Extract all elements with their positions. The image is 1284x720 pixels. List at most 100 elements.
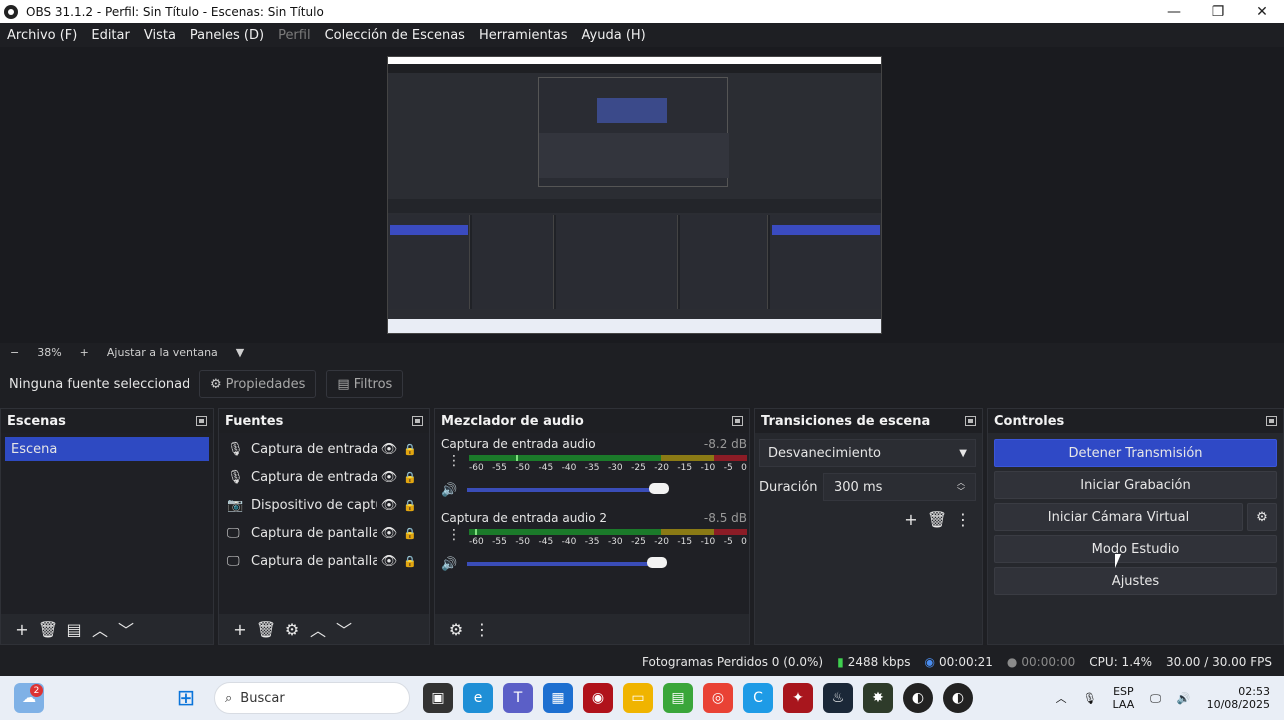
eye-icon[interactable]: 👁 [377,498,401,513]
properties-button[interactable]: ⚙ Propiedades [199,370,317,398]
close-button[interactable]: ✕ [1240,0,1284,23]
lock-icon[interactable]: 🔒 [401,555,419,568]
lock-icon[interactable]: 🔒 [401,471,419,484]
menu-herramientas[interactable]: Herramientas [479,28,568,43]
chevron-down-icon[interactable]: ﹀ [113,617,139,641]
app-green-icon[interactable]: ▤ [663,683,693,713]
volume-slider-knob[interactable] [649,483,670,494]
trash-icon[interactable]: 🗑 [253,617,279,641]
lock-icon[interactable]: 🔒 [401,443,419,456]
source-row[interactable]: 🖵 Captura de pantalla 👁 🔒 [219,547,429,575]
clock[interactable]: 02:53 10/08/2025 [1207,685,1270,711]
obs-active-taskbar-icon[interactable]: ◐ [943,683,973,713]
lock-icon[interactable]: 🔒 [401,527,419,540]
minimize-button[interactable]: — [1152,0,1196,23]
edge-icon[interactable]: e [463,683,493,713]
network-icon[interactable]: 🖵 [1150,692,1161,705]
chevron-up-icon[interactable]: ︿ [305,617,331,641]
preview-canvas[interactable] [387,56,882,334]
store-icon[interactable]: ▦ [543,683,573,713]
app-dark-icon[interactable]: ✸ [863,683,893,713]
menu-archivo[interactable]: Archivo (F) [7,28,77,43]
preview-nested-dock [556,215,678,309]
zoom-dropdown-icon[interactable]: ▼ [236,346,244,359]
scene-item[interactable]: Escena [5,437,209,461]
volume-slider-knob[interactable] [647,557,668,568]
add-icon[interactable]: + [227,617,253,641]
float-dock-icon[interactable] [1266,416,1277,426]
eye-icon[interactable]: 👁 [377,470,401,485]
zoom-out-button[interactable]: − [10,346,19,359]
steam-icon[interactable]: ♨ [823,683,853,713]
preview-nested-dock [472,215,554,309]
speaker-icon[interactable]: 🔊 [441,483,463,498]
game-icon[interactable]: ✦ [783,683,813,713]
eye-icon[interactable]: 👁 [377,554,401,569]
volume-slider[interactable] [467,483,670,494]
gear-icon[interactable]: ⚙ [279,617,305,641]
microphone-icon[interactable]: 🎙 [1083,692,1097,705]
task-view-icon[interactable]: ▣ [423,683,453,713]
source-row[interactable]: 📷 Dispositivo de captura 👁 🔒 [219,491,429,519]
fit-window-label[interactable]: Ajustar a la ventana [107,346,218,359]
language-indicator[interactable]: ESP LAA [1113,685,1135,711]
stop-stream-button[interactable]: Detener Transmisión [994,439,1277,467]
eye-icon[interactable]: 👁 [377,442,401,457]
add-icon[interactable]: + [9,617,35,641]
transition-select[interactable]: Desvanecimiento ▼ [759,439,976,467]
float-dock-icon[interactable] [412,416,423,426]
float-dock-icon[interactable] [732,416,743,426]
spin-arrows-icon[interactable]: ︿ ﹀ [957,478,965,496]
eye-icon[interactable]: 👁 [377,526,401,541]
browser-icon[interactable]: C [743,683,773,713]
speaker-icon[interactable]: 🔊 [441,557,463,572]
trash-icon[interactable]: 🗑 [924,507,950,531]
preview-nested-stream-button [772,225,880,235]
menu-perfil[interactable]: Perfil [278,28,311,43]
meter-tick: -5 [723,463,733,473]
preview-area[interactable] [0,47,1284,343]
float-dock-icon[interactable] [196,416,207,426]
obs-taskbar-icon[interactable]: ◐ [903,683,933,713]
meter-tick: -45 [538,463,554,473]
chrome-icon[interactable]: ◎ [703,683,733,713]
trash-icon[interactable]: 🗑 [35,617,61,641]
more-options-icon[interactable]: ⋮ [469,617,495,641]
menu-vista[interactable]: Vista [144,28,176,43]
float-dock-icon[interactable] [965,416,976,426]
start-virtual-camera-button[interactable]: Iniciar Cámara Virtual [994,503,1243,531]
add-icon[interactable]: + [898,507,924,531]
more-options-icon[interactable]: ⋮ [447,527,461,543]
filter-icon[interactable]: ▤ [61,617,87,641]
source-row[interactable]: 🖵 Captura de pantalla 2 👁 🔒 [219,519,429,547]
source-row[interactable]: 🎙 Captura de entrada au 👁 🔒 [219,463,429,491]
menu-coleccion-escenas[interactable]: Colección de Escenas [325,28,465,43]
studio-mode-button[interactable]: Modo Estudio [994,535,1277,563]
duration-spinbox[interactable]: 300 ms ︿ ﹀ [823,473,976,501]
chevron-up-icon[interactable]: ︿ [1056,692,1067,705]
lock-icon[interactable]: 🔒 [401,499,419,512]
maximize-button[interactable]: ❐ [1196,0,1240,23]
chevron-down-icon[interactable]: ﹀ [331,617,357,641]
start-recording-button[interactable]: Iniciar Grabación [994,471,1277,499]
menu-paneles[interactable]: Paneles (D) [190,28,264,43]
taskbar-search[interactable]: ⌕ Buscar [214,682,410,714]
source-row[interactable]: 🎙 Captura de entrada au 👁 🔒 [219,435,429,463]
more-options-icon[interactable]: ⋮ [950,507,976,531]
teams-icon[interactable]: T [503,683,533,713]
windows-start-icon[interactable]: ⊞ [171,683,201,713]
advanced-audio-icon[interactable]: ⚙ [443,617,469,641]
file-explorer-icon[interactable]: ▭ [623,683,653,713]
filters-button[interactable]: ▤ Filtros [326,370,404,398]
chevron-up-icon[interactable]: ︿ [87,617,113,641]
volume-slider[interactable] [467,557,668,568]
menu-ayuda[interactable]: Ayuda (H) [582,28,646,43]
settings-button[interactable]: Ajustes [994,567,1277,595]
more-options-icon[interactable]: ⋮ [447,453,461,469]
menu-editar[interactable]: Editar [91,28,130,43]
app-red-icon[interactable]: ◉ [583,683,613,713]
meter-tick: -10 [700,463,716,473]
volume-icon[interactable]: 🔊 [1177,692,1191,705]
zoom-in-button[interactable]: + [80,346,89,359]
virtual-camera-gear-icon[interactable]: ⚙ [1247,503,1277,531]
